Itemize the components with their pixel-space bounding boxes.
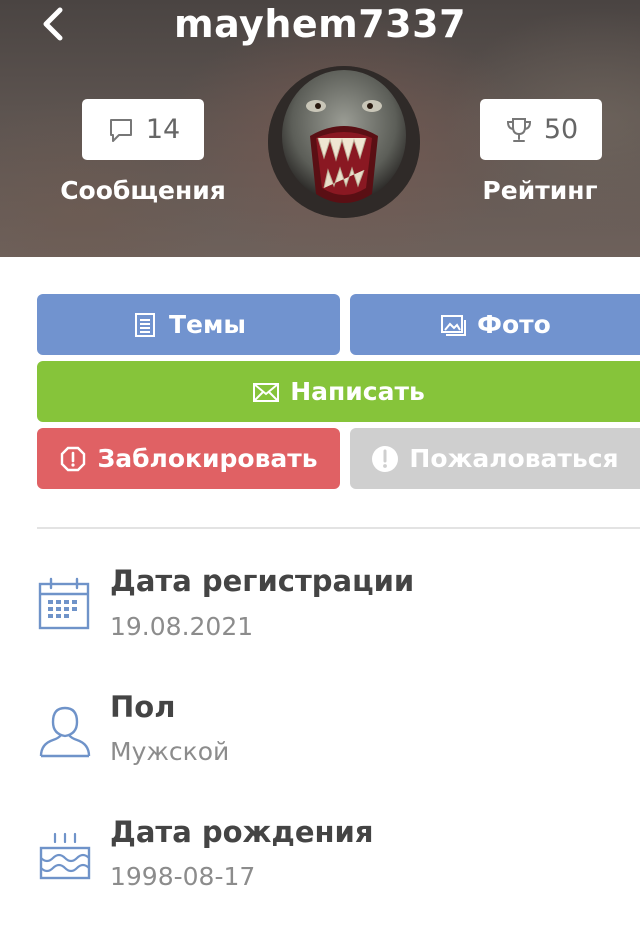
- avatar-image: [268, 66, 420, 218]
- report-user-label: Пожаловаться: [409, 444, 619, 473]
- rating-value: 50: [543, 114, 579, 145]
- trophy-icon: [506, 117, 531, 142]
- photo-label: Фото: [477, 310, 551, 339]
- messages-label: Сообщения: [60, 176, 226, 205]
- avatar[interactable]: [268, 66, 420, 218]
- rating-label: Рейтинг: [482, 176, 598, 205]
- user-icon: [39, 706, 91, 758]
- speech-bubble-icon: [109, 118, 132, 142]
- messages-count: 14: [145, 114, 181, 145]
- block-user-button[interactable]: Заблокировать: [37, 428, 340, 489]
- registration-date-value: 19.08.2021: [110, 612, 254, 641]
- exclamation-circle-icon: [372, 445, 399, 472]
- write-message-label: Написать: [290, 377, 425, 406]
- photo-button[interactable]: Фото: [350, 294, 640, 355]
- envelope-icon: [253, 382, 280, 402]
- document-icon: [134, 312, 155, 337]
- topics-label: Темы: [168, 310, 247, 339]
- registration-date-title: Дата регистрации: [110, 564, 415, 598]
- calendar-icon: [38, 577, 90, 630]
- section-divider: [37, 527, 640, 529]
- gender-title: Пол: [110, 690, 176, 724]
- birth-date-title: Дата рождения: [110, 815, 374, 849]
- image-icon: [441, 314, 467, 336]
- alert-octagon-icon: [61, 446, 86, 471]
- profile-username: mayhem7337: [173, 2, 467, 46]
- birthday-cake-icon: [39, 832, 91, 880]
- messages-count-badge[interactable]: 14: [82, 99, 204, 160]
- rating-badge[interactable]: 50: [480, 99, 602, 160]
- topics-button[interactable]: Темы: [37, 294, 340, 355]
- gender-value: Мужской: [110, 737, 230, 766]
- profile-header: mayhem7337 14 Сообщения 50 Рейтинг: [0, 0, 640, 257]
- birth-date-value: 1998-08-17: [110, 862, 256, 891]
- block-user-label: Заблокировать: [97, 444, 318, 473]
- report-user-button[interactable]: Пожаловаться: [350, 428, 640, 489]
- write-message-button[interactable]: Написать: [37, 361, 640, 422]
